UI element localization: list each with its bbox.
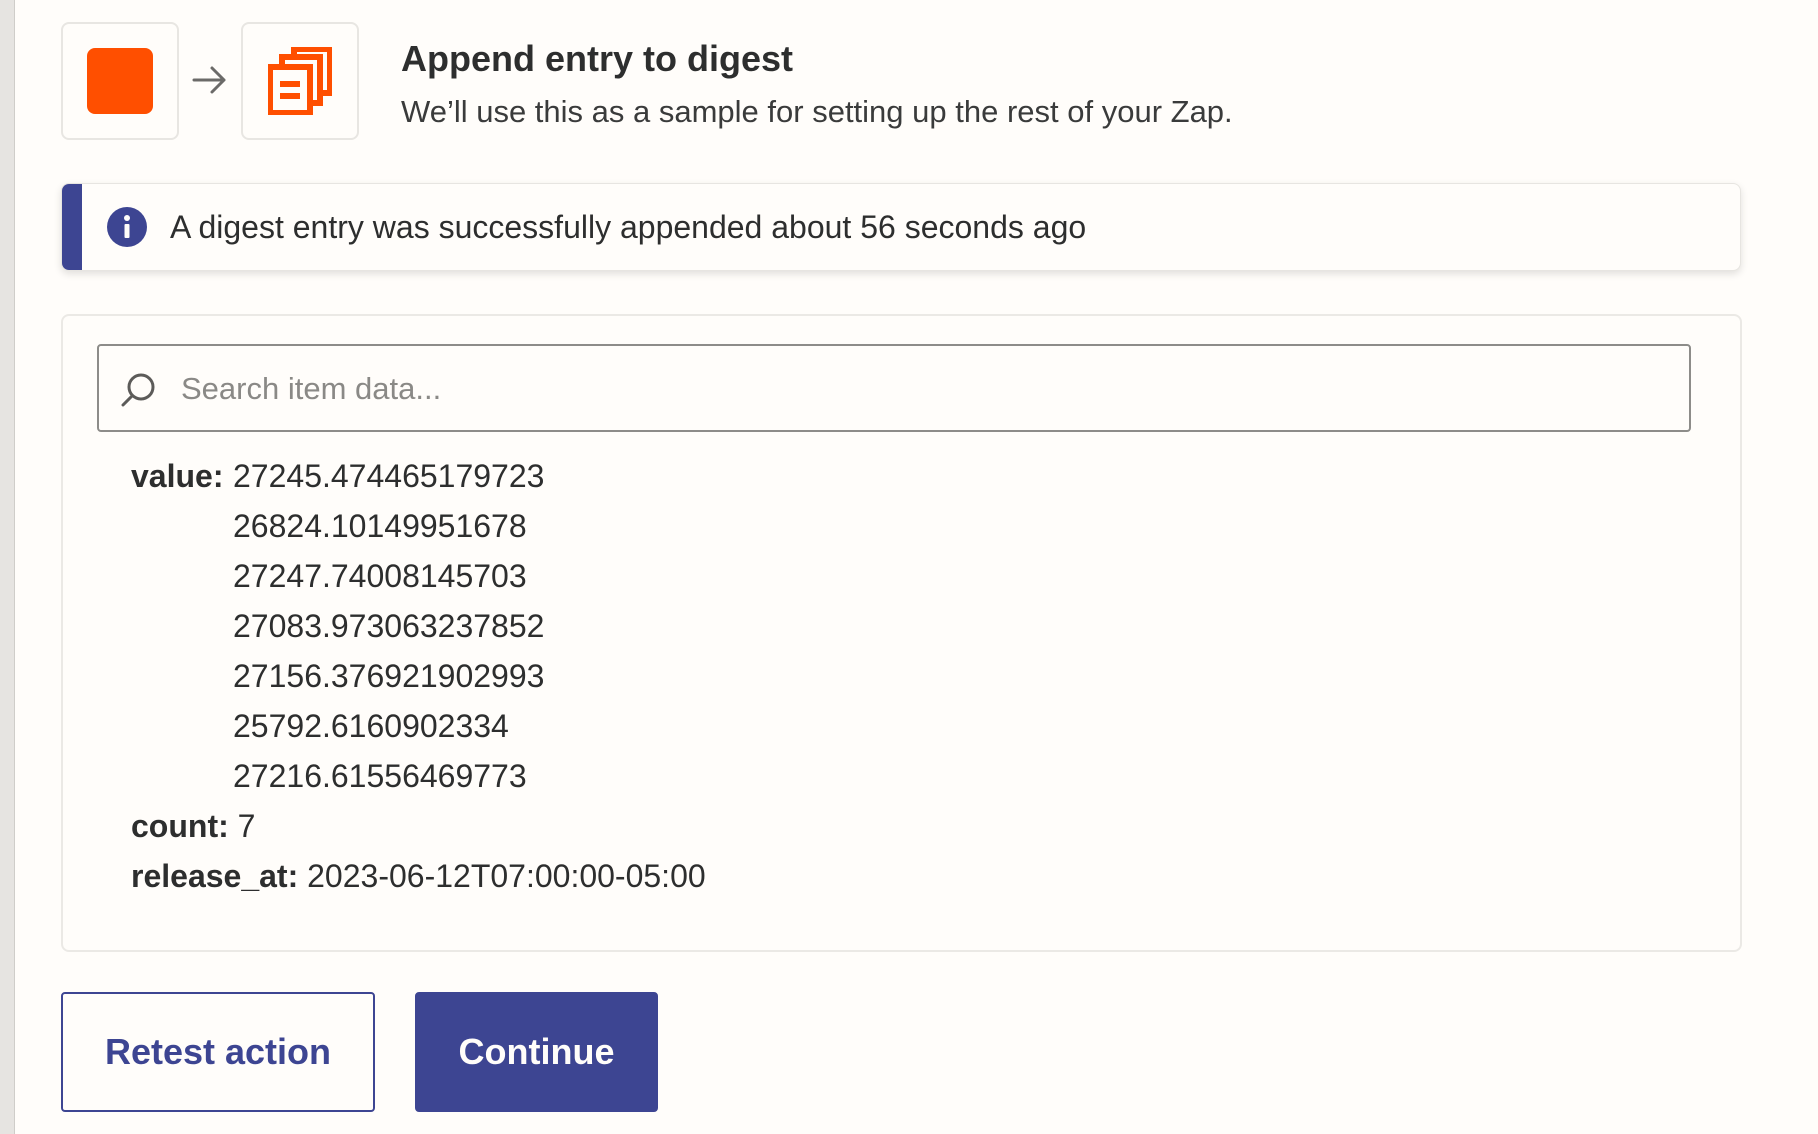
- value-item: 27083.973063237852: [233, 608, 545, 644]
- success-alert: A digest entry was successfully appended…: [61, 183, 1741, 271]
- alert-accent-bar: [62, 184, 82, 270]
- value-item: 27156.376921902993: [233, 658, 545, 694]
- step-subtitle: We’ll use this as a sample for setting u…: [401, 94, 1233, 129]
- alert-message: A digest entry was successfully appended…: [170, 209, 1087, 245]
- step-title: Append entry to digest: [401, 38, 794, 79]
- search-icon: [121, 373, 155, 407]
- value-item: 27247.74008145703: [233, 558, 527, 594]
- info-icon: [107, 207, 147, 247]
- count-value: 7: [237, 808, 256, 844]
- action-app-icon: [241, 22, 359, 140]
- release-at-value: 2023-06-12T07:00:00-05:00: [307, 858, 706, 894]
- search-input[interactable]: [179, 346, 1673, 432]
- search-box[interactable]: [97, 344, 1691, 432]
- value-item: 27216.61556469773: [233, 758, 527, 794]
- count-field: count: 7: [131, 808, 255, 845]
- release-at-field: release_at: 2023-06-12T07:00:00-05:00: [131, 858, 706, 895]
- digest-icon: [268, 47, 332, 115]
- trigger-square-icon: [87, 48, 153, 114]
- trigger-app-icon: [61, 22, 179, 140]
- arrow-right-icon: [192, 66, 226, 94]
- release-at-key: release_at:: [131, 858, 299, 894]
- value-item: 27245.474465179723: [233, 458, 545, 494]
- count-key: count:: [131, 808, 229, 844]
- value-item: 25792.6160902334: [233, 708, 509, 744]
- value-key: value:: [131, 458, 224, 494]
- value-item: 26824.10149951678: [233, 508, 527, 544]
- continue-button[interactable]: Continue: [415, 992, 658, 1112]
- retest-action-button[interactable]: Retest action: [61, 992, 375, 1112]
- value-field: value:: [131, 458, 223, 495]
